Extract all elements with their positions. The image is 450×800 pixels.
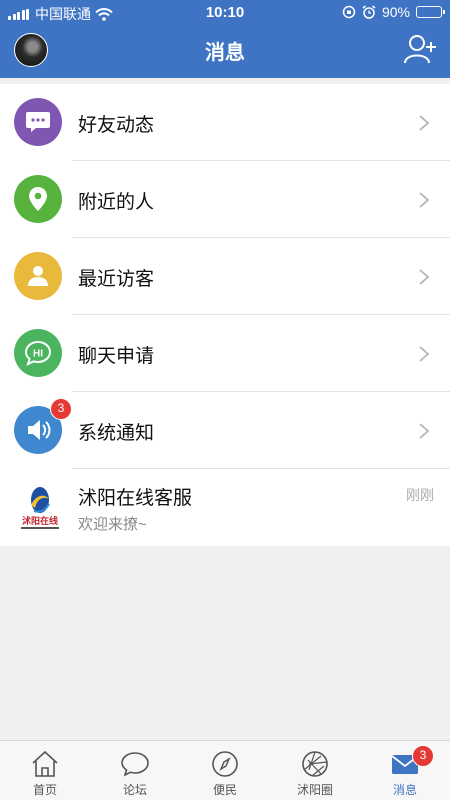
chevron-right-icon xyxy=(419,423,430,439)
messages-badge: 3 xyxy=(412,745,434,767)
compass-icon xyxy=(212,751,238,777)
menu-item-nearby-people[interactable]: 附近的人 xyxy=(0,161,450,238)
menu-item-label: 附近的人 xyxy=(78,192,155,213)
chevron-right-icon xyxy=(419,269,430,285)
notification-badge: 3 xyxy=(50,398,72,420)
svg-text:HI: HI xyxy=(33,349,43,360)
tab-shuyang-circle[interactable]: 沭阳圈 xyxy=(270,741,360,800)
add-friend-icon[interactable] xyxy=(404,32,438,66)
menu-item-friend-feed[interactable]: 好友动态 xyxy=(0,84,450,161)
forum-icon xyxy=(121,752,149,777)
location-pin-icon xyxy=(14,175,62,223)
page-title: 消息 xyxy=(205,42,245,64)
menu-item-recent-visitors[interactable]: 最近访客 xyxy=(0,238,450,315)
aperture-icon xyxy=(302,751,328,777)
alarm-icon xyxy=(362,5,376,19)
menu-item-label: 最近访客 xyxy=(78,269,155,290)
tab-messages[interactable]: 消息 3 xyxy=(360,741,450,800)
chevron-right-icon xyxy=(419,192,430,208)
header-bar: 中国联通 10:10 90% 消息 xyxy=(0,0,450,78)
service-chat-name: 沭阳在线客服 xyxy=(78,488,193,509)
chevron-right-icon xyxy=(419,115,430,131)
service-logo: 沭阳在线 xyxy=(21,487,59,529)
chevron-right-icon xyxy=(419,346,430,362)
menu-item-chat-requests[interactable]: HI 聊天申请 xyxy=(0,315,450,392)
home-icon xyxy=(32,750,58,777)
menu-item-label: 好友动态 xyxy=(78,115,155,136)
service-chat-preview: 欢迎来撩~ xyxy=(78,516,147,533)
chat-dots-icon xyxy=(14,98,62,146)
tab-services[interactable]: 便民 xyxy=(180,741,270,800)
menu-item-system-notifications[interactable]: 3 系统通知 xyxy=(0,392,450,469)
battery-icon xyxy=(416,6,445,18)
tab-home[interactable]: 首页 xyxy=(0,741,90,800)
orientation-lock-icon xyxy=(342,5,356,19)
svg-text:沭阳在线: 沭阳在线 xyxy=(22,515,58,526)
status-bar: 中国联通 10:10 90% xyxy=(0,0,450,26)
menu-item-label: 聊天申请 xyxy=(78,346,155,367)
battery-percent: 90% xyxy=(381,4,410,20)
bottom-tab-bar: 首页 论坛 便民 沭阳圈 消息 3 xyxy=(0,740,450,800)
message-list: 好友动态 附近的人 最近访客 HI 聊天申请 3 系统通知 沭阳在线 沭阳在线客… xyxy=(0,84,450,546)
chat-item-customer-service[interactable]: 沭阳在线 沭阳在线客服 欢迎来撩~ 刚刚 xyxy=(0,469,450,546)
service-chat-time: 刚刚 xyxy=(406,487,434,503)
person-icon xyxy=(14,252,62,300)
tab-forum[interactable]: 论坛 xyxy=(90,741,180,800)
hi-bubble-icon: HI xyxy=(14,329,62,377)
menu-item-label: 系统通知 xyxy=(78,423,155,444)
